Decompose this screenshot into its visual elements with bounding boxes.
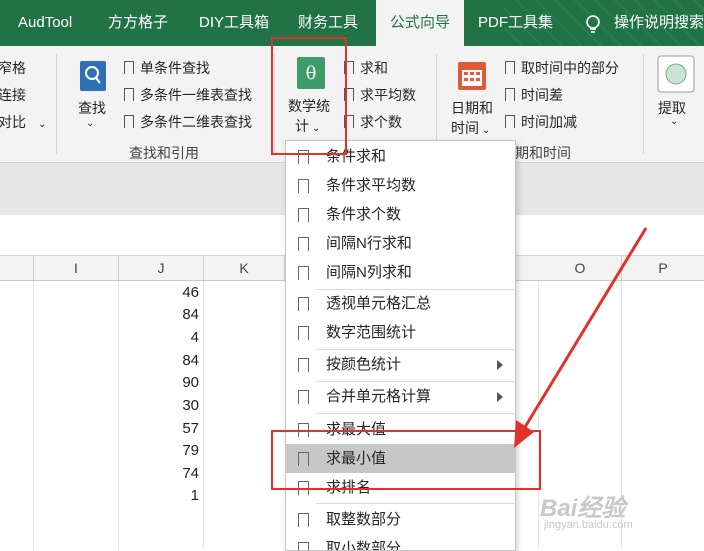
menu-single-lookup[interactable]: 单条件查找 xyxy=(124,58,210,78)
menu-item-color-stats[interactable]: 按颜色统计 xyxy=(286,350,515,379)
bookmark-icon xyxy=(298,237,309,252)
menu-item-every-n-columns-sum[interactable]: 间隔N列求和 xyxy=(286,258,515,287)
menu-item-merged-cell-calc[interactable]: 合并单元格计算 xyxy=(286,382,515,411)
bookmark-icon xyxy=(298,513,309,528)
extract-button[interactable]: 提取 ⌄ xyxy=(652,54,700,140)
tab-audtool[interactable]: AudTool xyxy=(18,0,72,46)
menu-item-pivot-cell-summary[interactable]: 透视单元格汇总 xyxy=(286,289,515,318)
tab-pdf-tools[interactable]: PDF工具集 xyxy=(478,0,553,46)
bookmark-icon xyxy=(124,115,134,129)
menu-sum[interactable]: 求和 xyxy=(344,58,388,78)
cell-j-value[interactable]: 84 xyxy=(115,352,199,369)
ribbon-item-cut-1[interactable]: 窄格 xyxy=(0,58,26,78)
menu-item-conditional-sum[interactable]: 条件求和 xyxy=(286,142,515,171)
column-header-j[interactable]: J xyxy=(119,256,204,280)
menu-item-integer-part[interactable]: 取整数部分 xyxy=(286,505,515,534)
cell-j-value[interactable]: 79 xyxy=(115,442,199,459)
math-stats-dropdown-menu: 条件求和 条件求平均数 条件求个数 间隔N行求和 间隔N列求和 透视单元格汇总 … xyxy=(285,140,516,551)
tell-me-search[interactable]: 操作说明搜索 xyxy=(614,0,704,46)
bookmark-icon xyxy=(505,88,515,102)
lightbulb-icon[interactable] xyxy=(584,14,602,34)
bookmark-icon xyxy=(298,452,309,467)
bookmark-icon xyxy=(298,150,309,165)
extract-icon xyxy=(657,55,695,93)
bookmark-icon xyxy=(344,61,354,75)
cell-j-value[interactable]: 90 xyxy=(115,374,199,391)
ribbon-item-cut-3[interactable]: 对比 ⌄ xyxy=(0,112,46,132)
menu-multi-1d-lookup[interactable]: 多条件一维表查找 xyxy=(124,85,252,105)
cell-j-value[interactable]: 84 xyxy=(115,306,199,323)
cell-j-value[interactable]: 4 xyxy=(115,329,199,346)
group-label-datetime: 期和时间 xyxy=(515,145,571,161)
menu-item-conditional-average[interactable]: 条件求平均数 xyxy=(286,171,515,200)
bookmark-icon xyxy=(298,208,309,223)
bookmark-icon xyxy=(298,542,309,550)
calendar-icon xyxy=(458,62,486,90)
chevron-down-icon: ⌄ xyxy=(86,118,95,129)
column-header-i[interactable]: I xyxy=(34,256,119,280)
bookmark-icon xyxy=(505,61,515,75)
group-label-lookup: 查找和引用 xyxy=(129,145,199,161)
menu-time-diff[interactable]: 时间差 xyxy=(505,85,563,105)
tab-fangfanggezi[interactable]: 方方格子 xyxy=(108,0,168,46)
math-stats-button[interactable]: θ 数学统 计 ⌄ xyxy=(284,54,338,140)
bookmark-icon xyxy=(505,115,515,129)
tab-finance-tools[interactable]: 财务工具 xyxy=(298,0,358,46)
menu-average[interactable]: 求平均数 xyxy=(344,85,416,105)
bookmark-icon xyxy=(298,358,309,373)
bookmark-icon xyxy=(298,179,309,194)
chevron-down-icon: ⌄ xyxy=(312,123,321,134)
menu-item-every-n-rows-sum[interactable]: 间隔N行求和 xyxy=(286,229,515,258)
column-header-k[interactable]: K xyxy=(204,256,285,280)
cell-j-value[interactable]: 57 xyxy=(115,420,199,437)
tab-formula-wizard[interactable]: 公式向导 xyxy=(376,0,465,46)
menu-item-rank[interactable]: 求排名 xyxy=(286,473,515,502)
bookmark-icon xyxy=(124,88,134,102)
bookmark-icon xyxy=(298,423,309,438)
bookmark-icon xyxy=(344,88,354,102)
menu-item-decimal-part[interactable]: 取小数部分 xyxy=(286,534,515,550)
bookmark-icon xyxy=(124,61,134,75)
baidu-jingyan-watermark: Bai经验 jingyan.baidu.com xyxy=(540,495,633,531)
menu-item-min[interactable]: 求最小值 xyxy=(286,444,515,473)
chevron-down-icon: ⌄ xyxy=(670,116,679,127)
menu-item-number-range-stats[interactable]: 数字范围统计 xyxy=(286,318,515,347)
tab-diy-toolbox[interactable]: DIY工具箱 xyxy=(199,0,269,46)
ribbon-item-cut-2[interactable]: 连接 xyxy=(0,85,26,105)
menu-item-conditional-count[interactable]: 条件求个数 xyxy=(286,200,515,229)
lookup-book-icon xyxy=(80,61,106,91)
cell-j-value[interactable]: 46 xyxy=(115,284,199,301)
ribbon-tab-bar: AudTool 方方格子 DIY工具箱 财务工具 公式向导 PDF工具集 操作说… xyxy=(0,0,704,46)
menu-count[interactable]: 求个数 xyxy=(344,112,402,132)
lookup-button[interactable]: 查找 ⌄ xyxy=(72,56,114,146)
annotation-arrow-icon xyxy=(514,227,648,448)
bookmark-icon xyxy=(298,390,309,405)
cell-j-value[interactable]: 74 xyxy=(115,465,199,482)
bookmark-icon xyxy=(298,297,309,312)
menu-multi-2d-lookup[interactable]: 多条件二维表查找 xyxy=(124,112,252,132)
bookmark-icon xyxy=(298,266,309,281)
bookmark-icon xyxy=(298,481,309,496)
menu-time-add[interactable]: 时间加减 xyxy=(505,112,577,132)
bookmark-icon xyxy=(298,326,309,341)
cell-j-value[interactable]: 1 xyxy=(115,487,199,504)
cell-j-value[interactable]: 30 xyxy=(115,397,199,414)
menu-extract-time-part[interactable]: 取时间中的部分 xyxy=(505,58,619,78)
menu-item-max[interactable]: 求最大值 xyxy=(286,415,515,444)
theta-book-icon: θ xyxy=(297,57,325,89)
date-time-button[interactable]: 日期和 时间 ⌄ xyxy=(448,56,500,146)
chevron-down-icon: ⌄ xyxy=(482,125,491,136)
bookmark-icon xyxy=(344,115,354,129)
svg-text:θ: θ xyxy=(306,63,317,84)
